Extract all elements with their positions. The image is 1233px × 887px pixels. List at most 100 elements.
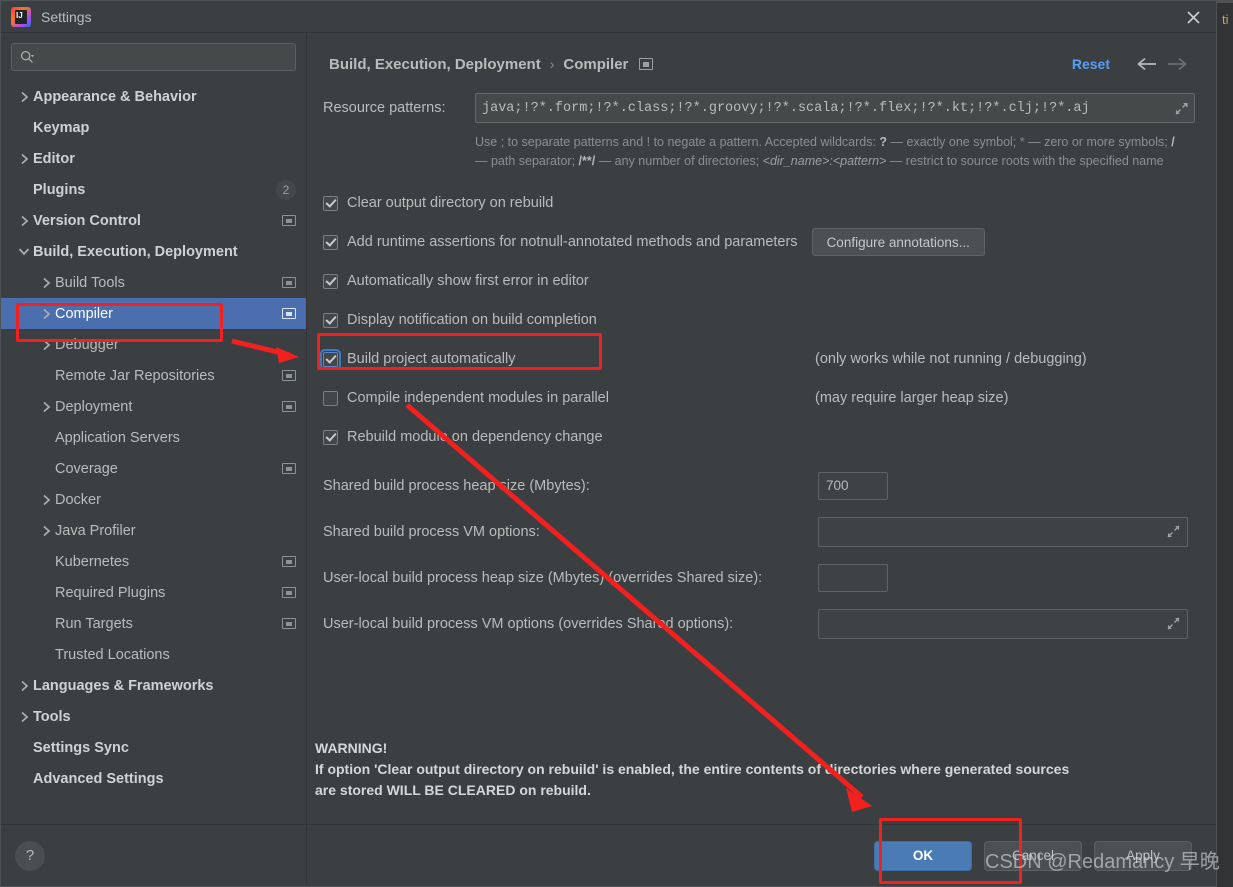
checkbox-row[interactable]: Display notification on build completion	[315, 301, 1200, 340]
build-process-fields-group: Shared build process heap size (Mbytes):…	[315, 463, 1200, 647]
configure-annotations-button[interactable]: Configure annotations...	[811, 228, 985, 257]
sidebar-item-plugins[interactable]: Plugins 2	[1, 174, 306, 205]
sidebar-item-application-servers[interactable]: Application Servers	[1, 422, 306, 453]
arrow-right-icon	[1168, 57, 1187, 71]
chevron-right-icon-wrap[interactable]	[15, 215, 33, 227]
project-scope-icon	[282, 215, 296, 226]
checkbox-clear-output-directory-on-rebuild[interactable]	[323, 195, 338, 211]
chevron-right-icon-wrap[interactable]	[37, 339, 55, 351]
chevron-right-icon-wrap[interactable]	[15, 711, 33, 723]
sidebar-item-tools[interactable]: Tools	[1, 701, 306, 732]
sidebar-item-docker[interactable]: Docker	[1, 484, 306, 515]
sidebar-item-label: Appearance & Behavior	[33, 88, 197, 105]
close-button[interactable]	[1170, 1, 1216, 33]
settings-sidebar: Appearance & Behavior Keymap Editor Plugins…	[1, 33, 307, 886]
back-button[interactable]	[1132, 57, 1162, 71]
sidebar-item-build-tools[interactable]: Build Tools	[1, 267, 306, 298]
checkbox-row[interactable]: Clear output directory on rebuild	[315, 184, 1200, 223]
checkbox-row[interactable]: Add runtime assertions for notnull-annot…	[315, 223, 1200, 262]
dialog-footer: OK Cancel Apply	[307, 824, 1216, 886]
help-question-icon: ?	[25, 847, 35, 864]
chevron-right-icon-wrap[interactable]	[15, 680, 33, 692]
checkbox-add-runtime-assertions-for-notnull-annotated-methods-and-parameters[interactable]	[323, 234, 338, 250]
chevron-right-icon-wrap[interactable]	[37, 494, 55, 506]
search-input[interactable]	[38, 49, 287, 65]
sidebar-item-java-profiler[interactable]: Java Profiler	[1, 515, 306, 546]
sidebar-item-debugger[interactable]: Debugger	[1, 329, 306, 360]
checkbox-display-notification-on-build-completion[interactable]	[323, 312, 338, 328]
chevron-right-icon-wrap[interactable]	[37, 308, 55, 320]
sidebar-item-label: Advanced Settings	[33, 770, 164, 787]
checkbox-rebuild-module-on-dependency-change[interactable]	[323, 429, 338, 445]
project-scope-icon	[282, 618, 296, 629]
checkbox-row[interactable]: Rebuild module on dependency change	[315, 418, 1200, 457]
hint-b3: /**/	[578, 154, 596, 169]
sidebar-item-compiler[interactable]: Compiler	[1, 298, 306, 329]
chevron-right-icon-wrap[interactable]	[15, 153, 33, 165]
checkbox-compile-independent-modules-in-parallel[interactable]	[323, 390, 338, 406]
breadcrumb-separator: ›	[549, 56, 555, 72]
sidebar-item-version-control[interactable]: Version Control	[1, 205, 306, 236]
sidebar-item-label: Build Tools	[55, 274, 125, 291]
help-button[interactable]: ?	[15, 840, 45, 871]
checkbox-row[interactable]: Build project automatically (only works w…	[315, 340, 1200, 379]
chevron-down-icon-wrap[interactable]	[15, 247, 33, 256]
sidebar-item-appearance-behavior[interactable]: Appearance & Behavior	[1, 81, 306, 112]
sidebar-item-label: Application Servers	[55, 429, 180, 446]
expand-icon[interactable]	[1166, 617, 1180, 631]
hint-i1: <dir_name>:<pattern>	[762, 154, 887, 169]
search-icon	[20, 50, 34, 64]
cancel-button[interactable]: Cancel	[984, 840, 1082, 871]
hint-part2: — exactly one symbol; * — zero or more s…	[887, 135, 1172, 149]
reset-link[interactable]: Reset	[1072, 56, 1110, 72]
expand-icon[interactable]	[1174, 101, 1188, 115]
chevron-right-icon-wrap[interactable]	[37, 525, 55, 537]
input-user-local-build-process-vm-options-overrides-shared-options[interactable]	[818, 608, 1188, 639]
sidebar-item-advanced-settings[interactable]: Advanced Settings	[1, 763, 306, 794]
apply-button[interactable]: Apply	[1094, 840, 1192, 871]
chevron-right-icon-wrap[interactable]	[37, 277, 55, 289]
sidebar-item-settings-sync[interactable]: Settings Sync	[1, 732, 306, 763]
chevron-right-icon-wrap[interactable]	[37, 401, 55, 413]
checkbox-automatically-show-first-error-in-editor[interactable]	[323, 273, 338, 289]
sidebar-item-coverage[interactable]: Coverage	[1, 453, 306, 484]
checkbox-row[interactable]: Compile independent modules in parallel (…	[315, 379, 1200, 418]
breadcrumb-parent[interactable]: Build, Execution, Deployment	[329, 56, 541, 73]
arrow-left-icon	[1137, 57, 1156, 71]
checkbox-row[interactable]: Automatically show first error in editor	[315, 262, 1200, 301]
sidebar-item-label: Deployment	[55, 398, 133, 415]
sidebar-item-trusted-locations[interactable]: Trusted Locations	[1, 639, 306, 670]
settings-tree: Appearance & Behavior Keymap Editor Plugins…	[1, 79, 306, 824]
checkbox-build-project-automatically[interactable]	[320, 348, 341, 370]
sidebar-item-deployment[interactable]: Deployment	[1, 391, 306, 422]
chevron-right-icon-wrap[interactable]	[15, 91, 33, 103]
sidebar-item-languages-frameworks[interactable]: Languages & Frameworks	[1, 670, 306, 701]
chevron-right-icon	[42, 401, 50, 412]
resource-patterns-input[interactable]: java;!?*.form;!?*.class;!?*.groovy;!?*.s…	[475, 93, 1195, 123]
sidebar-item-keymap[interactable]: Keymap	[1, 112, 306, 143]
sidebar-item-editor[interactable]: Editor	[1, 143, 306, 174]
expand-icon[interactable]	[1166, 525, 1180, 539]
ok-button[interactable]: OK	[874, 840, 972, 871]
plugins-update-badge: 2	[276, 179, 296, 200]
sidebar-item-kubernetes[interactable]: Kubernetes	[1, 546, 306, 577]
input-shared-build-process-vm-options[interactable]	[818, 516, 1188, 547]
sidebar-item-remote-jar-repositories[interactable]: Remote Jar Repositories	[1, 360, 306, 391]
dialog-titlebar: IJ Settings	[1, 1, 1216, 33]
forward-button[interactable]	[1162, 57, 1192, 71]
sidebar-item-label: Run Targets	[55, 615, 133, 632]
sidebar-item-label: Editor	[33, 150, 75, 167]
sidebar-item-label: Compiler	[55, 305, 114, 322]
resource-patterns-hint: Use ; to separate patterns and ! to nega…	[475, 133, 1185, 172]
sidebar-item-required-plugins[interactable]: Required Plugins	[1, 577, 306, 608]
input-shared-build-process-heap-size-mbytes[interactable]: 700	[818, 471, 888, 500]
search-box[interactable]	[11, 43, 296, 71]
input-user-local-build-process-heap-size-mbytes-overrides-shared-size[interactable]	[818, 563, 888, 592]
sidebar-item-build-execution-deployment[interactable]: Build, Execution, Deployment	[1, 236, 306, 267]
checkbox-label: Add runtime assertions for notnull-annot…	[347, 234, 798, 251]
sidebar-item-label: Languages & Frameworks	[33, 677, 214, 694]
close-icon	[1186, 10, 1200, 24]
sidebar-item-label: Keymap	[33, 119, 90, 136]
project-scope-icon	[282, 556, 296, 567]
sidebar-item-run-targets[interactable]: Run Targets	[1, 608, 306, 639]
